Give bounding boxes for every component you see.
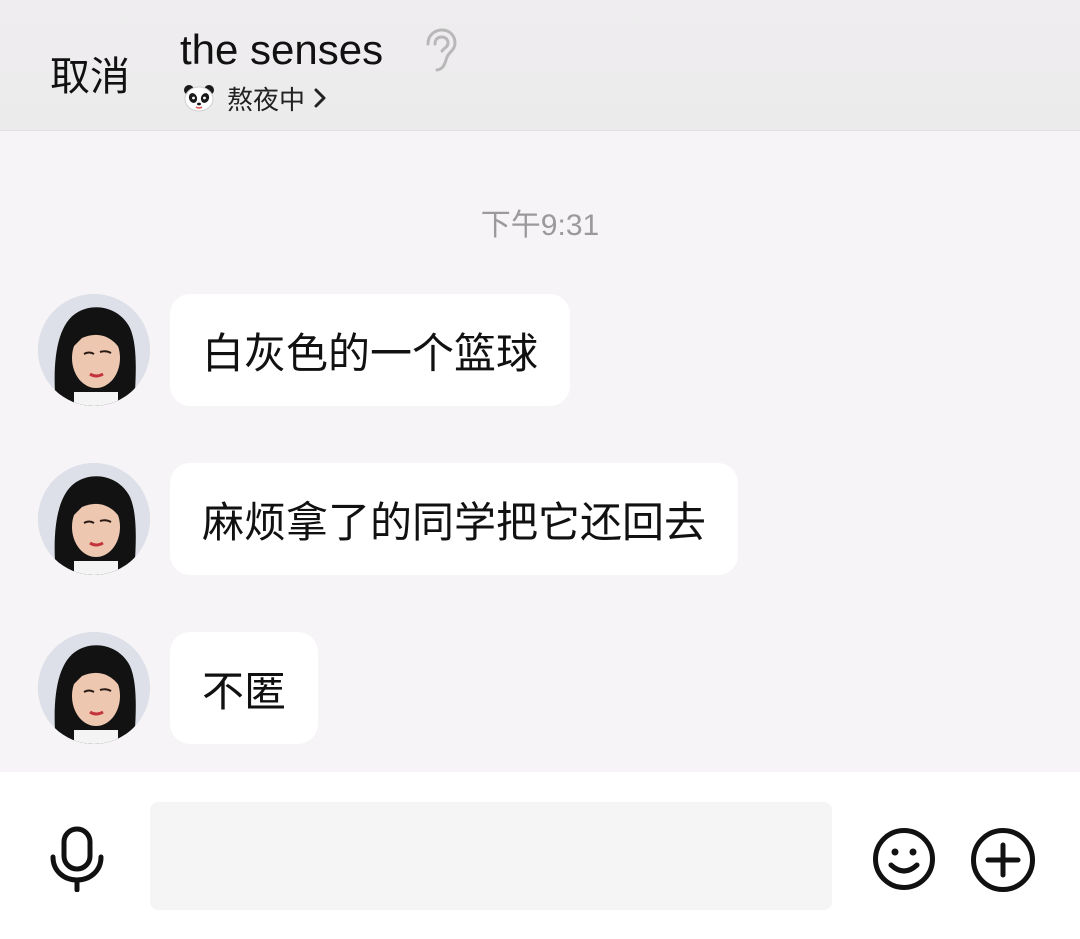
message-bubble[interactable]: 麻烦拿了的同学把它还回去: [170, 463, 739, 575]
message-timestamp: 下午9:31: [480, 209, 600, 242]
input-bar: [0, 772, 1080, 939]
message-bubble[interactable]: 不匿: [170, 632, 319, 744]
panda-icon: [184, 85, 214, 112]
ear-icon[interactable]: [420, 28, 458, 74]
contact-name: the senses: [180, 26, 384, 73]
message-bubble[interactable]: 白灰色的一个篮球: [170, 294, 571, 406]
status-row[interactable]: 熬夜中: [183, 82, 327, 116]
message-row: 白灰色的一个篮球: [38, 294, 571, 406]
message-row: 不匿: [38, 632, 319, 744]
avatar[interactable]: [38, 294, 150, 406]
avatar[interactable]: [38, 463, 150, 575]
avatar[interactable]: [38, 632, 150, 744]
status-text: 熬夜中: [227, 85, 306, 116]
cancel-button[interactable]: 取消: [50, 44, 130, 102]
smiley-icon[interactable]: [872, 827, 936, 891]
plus-circle-icon[interactable]: [970, 827, 1036, 893]
microphone-icon[interactable]: [46, 826, 108, 892]
chevron-right-icon: [314, 88, 326, 108]
chat-header: 取消 the senses 熬夜中: [0, 0, 1080, 131]
message-input[interactable]: [150, 802, 832, 910]
message-row: 麻烦拿了的同学把它还回去: [38, 463, 739, 575]
